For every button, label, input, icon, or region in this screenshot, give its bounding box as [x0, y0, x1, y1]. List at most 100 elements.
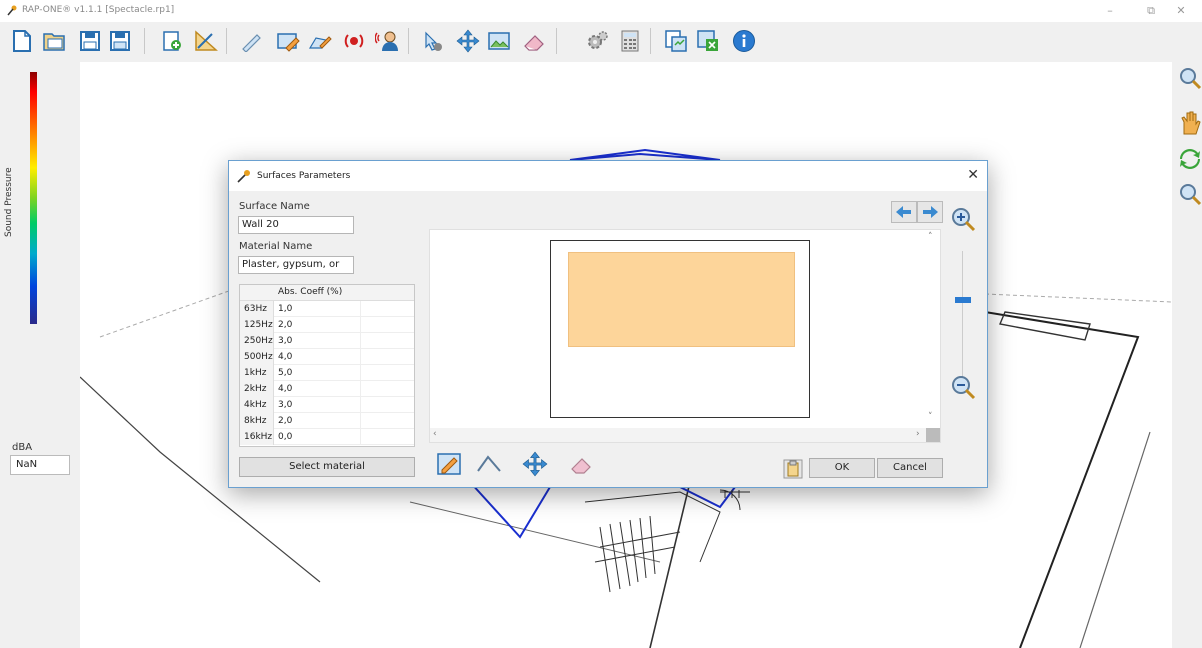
coeff-cell[interactable]: 1,0 [278, 304, 292, 314]
absorption-table[interactable]: Abs. Coeff (%) 63Hz 1,0 125Hz 2,0 250Hz 3,0… [239, 284, 415, 447]
save-icon [80, 31, 100, 51]
edit-plan-button[interactable] [486, 26, 514, 56]
table-row[interactable]: 63Hz 1,0 [240, 301, 414, 317]
coeff-cell[interactable]: 4,0 [278, 384, 292, 394]
freq-cell: 500Hz [240, 349, 274, 365]
minimize-button[interactable]: – [1095, 3, 1125, 19]
scroll-up-icon[interactable]: ˄ [928, 232, 933, 242]
scroll-down-icon[interactable]: ˅ [928, 412, 933, 422]
pan-hand-icon[interactable] [1178, 110, 1202, 136]
cancel-button[interactable]: Cancel [877, 458, 943, 478]
export-report-button[interactable] [662, 26, 690, 56]
add-source-button[interactable] [340, 26, 368, 56]
settings-button[interactable] [584, 26, 612, 56]
sound-source-icon [344, 34, 364, 48]
abs-coeff-header: Abs. Coeff (%) [278, 287, 343, 297]
slider-track [962, 251, 963, 381]
move-arrows-icon [456, 29, 480, 53]
open-file-button[interactable] [40, 26, 68, 56]
table-row[interactable]: 4kHz 3,0 [240, 397, 414, 413]
coeff-cell[interactable]: 3,0 [278, 400, 292, 410]
info-icon [733, 30, 755, 52]
table-row[interactable]: 1kHz 5,0 [240, 365, 414, 381]
table-row[interactable]: 250Hz 3,0 [240, 333, 414, 349]
zoom-in-icon[interactable] [949, 205, 977, 233]
scroll-right-icon[interactable]: › [916, 429, 920, 439]
draw-line-button[interactable] [238, 26, 266, 56]
select-tool-button[interactable] [418, 26, 446, 56]
zoom-extents-icon[interactable] [1178, 66, 1202, 92]
dba-value-field[interactable]: NaN [10, 455, 70, 475]
paste-icon[interactable] [783, 459, 803, 479]
new-file-button[interactable] [8, 26, 36, 56]
save-button[interactable] [76, 26, 104, 56]
close-window-button[interactable]: ✕ [1166, 3, 1196, 19]
freq-cell: 8kHz [240, 413, 274, 429]
polygon-pencil-icon [308, 36, 332, 49]
calculator-icon [621, 30, 639, 52]
zoom-icon[interactable] [1178, 182, 1202, 208]
about-button[interactable] [730, 26, 758, 56]
save-as-button[interactable] [106, 26, 134, 56]
surface-preview-canvas[interactable]: ˄ ˅ ‹ › [429, 229, 941, 443]
scroll-left-icon[interactable]: ‹ [433, 429, 437, 439]
zoom-out-icon[interactable] [949, 373, 977, 401]
table-row[interactable]: 125Hz 2,0 [240, 317, 414, 333]
toolbar-separator [650, 28, 651, 54]
vertical-scrollbar[interactable]: ˄ ˅ [926, 230, 940, 430]
legend-panel: Sound Pressure dBA NaN [0, 62, 80, 648]
app-logo-icon [237, 170, 250, 183]
view-controls-panel [1172, 62, 1202, 648]
coeff-cell[interactable]: 5,0 [278, 368, 292, 378]
draw-polygon-button[interactable] [306, 26, 334, 56]
coeff-cell[interactable]: 2,0 [278, 320, 292, 330]
select-material-button[interactable]: Select material [239, 457, 415, 477]
toolbar-separator [144, 28, 145, 54]
eraser-button[interactable] [520, 26, 548, 56]
rotate-icon[interactable] [1178, 146, 1202, 172]
slider-thumb[interactable] [955, 297, 971, 303]
material-name-label: Material Name [239, 241, 313, 252]
move-tool-button[interactable] [454, 26, 482, 56]
edit-surface-icon [437, 453, 461, 475]
coeff-cell[interactable]: 4,0 [278, 352, 292, 362]
coeff-cell[interactable]: 3,0 [278, 336, 292, 346]
ok-button[interactable]: OK [809, 458, 875, 478]
dba-label: dBA [12, 442, 33, 453]
coeff-cell[interactable]: 0,0 [278, 432, 292, 442]
close-dialog-button[interactable]: ✕ [967, 167, 979, 183]
next-arrow-icon[interactable] [917, 201, 943, 223]
freq-cell: 63Hz [240, 301, 274, 317]
add-receiver-button[interactable] [374, 26, 402, 56]
table-row[interactable]: 16kHz 0,0 [240, 429, 414, 445]
add-document-icon [163, 31, 181, 51]
measure-button[interactable] [192, 26, 220, 56]
restore-button[interactable]: ⧉ [1136, 3, 1166, 19]
vertex-tool[interactable] [475, 451, 503, 477]
table-row[interactable]: 2kHz 4,0 [240, 381, 414, 397]
freq-cell: 16kHz [240, 429, 274, 445]
horizontal-scrollbar[interactable]: ‹ › [430, 428, 928, 442]
move-shape-tool[interactable] [521, 451, 549, 477]
material-name-field[interactable]: Plaster, gypsum, or [238, 256, 354, 274]
previous-arrow-icon[interactable] [891, 201, 917, 223]
calculator-button[interactable] [616, 26, 644, 56]
set-square-icon [195, 30, 218, 51]
edit-surface-tool[interactable] [435, 451, 463, 477]
export-excel-button[interactable] [694, 26, 722, 56]
surface-name-field[interactable]: Wall 20 [238, 216, 354, 234]
add-surface-button[interactable] [158, 26, 186, 56]
draw-surface-button[interactable] [274, 26, 302, 56]
table-row[interactable]: 8kHz 2,0 [240, 413, 414, 429]
surface-shape[interactable] [568, 252, 795, 347]
app-logo-icon [7, 5, 17, 16]
scroll-corner [926, 428, 940, 442]
surface-outline [550, 240, 810, 418]
move-arrows-icon [522, 451, 548, 477]
dialog-title-bar: Surfaces Parameters ✕ [229, 161, 987, 191]
table-row[interactable]: 500Hz 4,0 [240, 349, 414, 365]
coeff-cell[interactable]: 2,0 [278, 416, 292, 426]
freq-cell: 125Hz [240, 317, 274, 333]
erase-shape-tool[interactable] [567, 451, 595, 477]
zoom-slider[interactable] [952, 208, 976, 400]
